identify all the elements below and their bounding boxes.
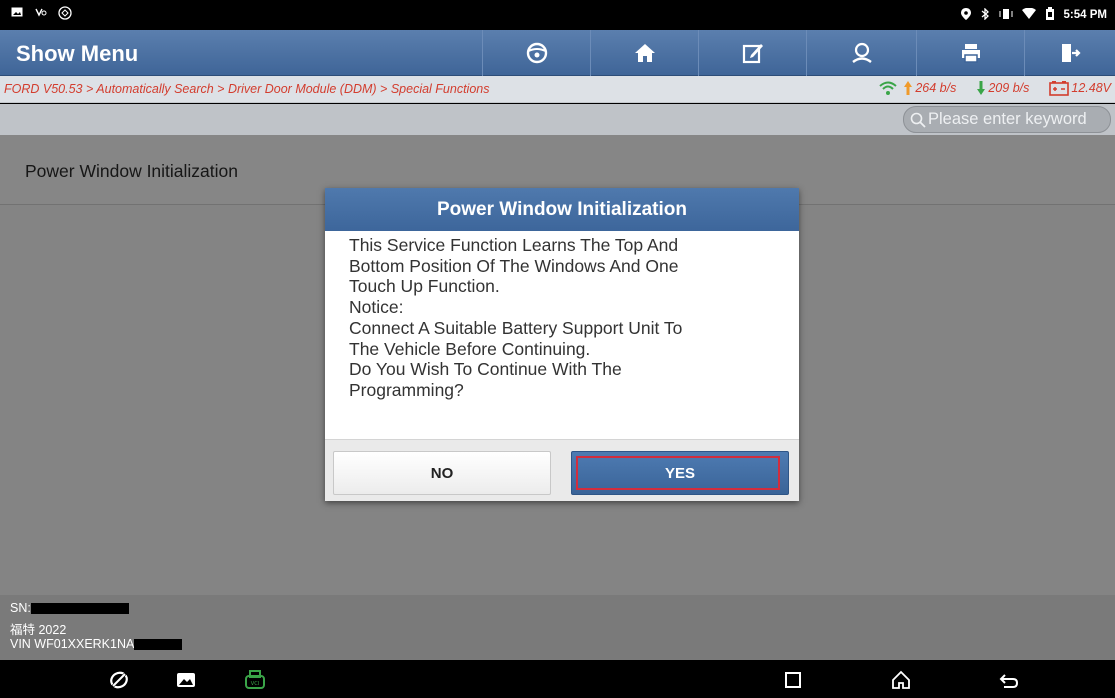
home-nav-icon[interactable] (890, 669, 912, 691)
status-bar: 5:54 PM (0, 0, 1115, 30)
vehicle-info: SN: 福特 2022 VIN WF01XXERK1NA (0, 595, 1115, 660)
svg-text:VCI: VCI (251, 681, 259, 687)
sn-row: SN: (10, 601, 129, 615)
dialog-line: Connect A Suitable Battery Support Unit … (349, 317, 683, 338)
dialog-line: Bottom Position Of The Windows And One (349, 255, 679, 276)
redaction-bar (134, 639, 183, 651)
clock: 5:54 PM (1063, 9, 1107, 21)
yes-button-highlight (576, 456, 780, 490)
vci-app-icon[interactable]: VCI (244, 669, 266, 691)
dialog-message: This Service Function Learns The Top And… (325, 231, 799, 439)
vehicle-model: 福特 2022 (10, 623, 67, 637)
vin-label: VIN WF01XXERK1NA (10, 637, 135, 651)
yes-button[interactable]: YES (571, 451, 789, 495)
wifi-icon (1021, 7, 1036, 23)
confirm-dialog: Power Window Initialization This Service… (325, 188, 799, 501)
dialog-line: This Service Function Learns The Top And (349, 235, 679, 255)
modal-backdrop-top (0, 30, 1115, 135)
gallery-icon (10, 6, 24, 20)
battery-icon (1045, 7, 1055, 23)
voicemail-icon (34, 6, 48, 20)
vci-icon (58, 6, 72, 20)
dialog-actions: NO YES (325, 439, 799, 501)
sn-label: SN: (10, 601, 31, 615)
location-icon (960, 7, 971, 23)
vin-row: VIN WF01XXERK1NA (10, 637, 183, 651)
bluetooth-icon (980, 6, 990, 23)
dialog-title: Power Window Initialization (325, 188, 799, 231)
dialog-line: Do You Wish To Continue With The (349, 359, 622, 380)
gallery-app-icon[interactable] (175, 669, 197, 691)
no-button[interactable]: NO (333, 451, 551, 495)
recents-icon[interactable] (782, 669, 804, 691)
browser-icon[interactable] (108, 669, 130, 691)
dialog-line: The Vehicle Before Continuing. (349, 338, 591, 359)
redaction-bar (30, 603, 129, 615)
dialog-line: Programming? (349, 379, 464, 400)
back-icon[interactable] (998, 669, 1020, 691)
dialog-line: Notice: (349, 297, 404, 318)
vibrate-icon (999, 8, 1013, 23)
dialog-line: Touch Up Function. (349, 276, 500, 297)
system-nav-bar: VCI (0, 660, 1115, 698)
